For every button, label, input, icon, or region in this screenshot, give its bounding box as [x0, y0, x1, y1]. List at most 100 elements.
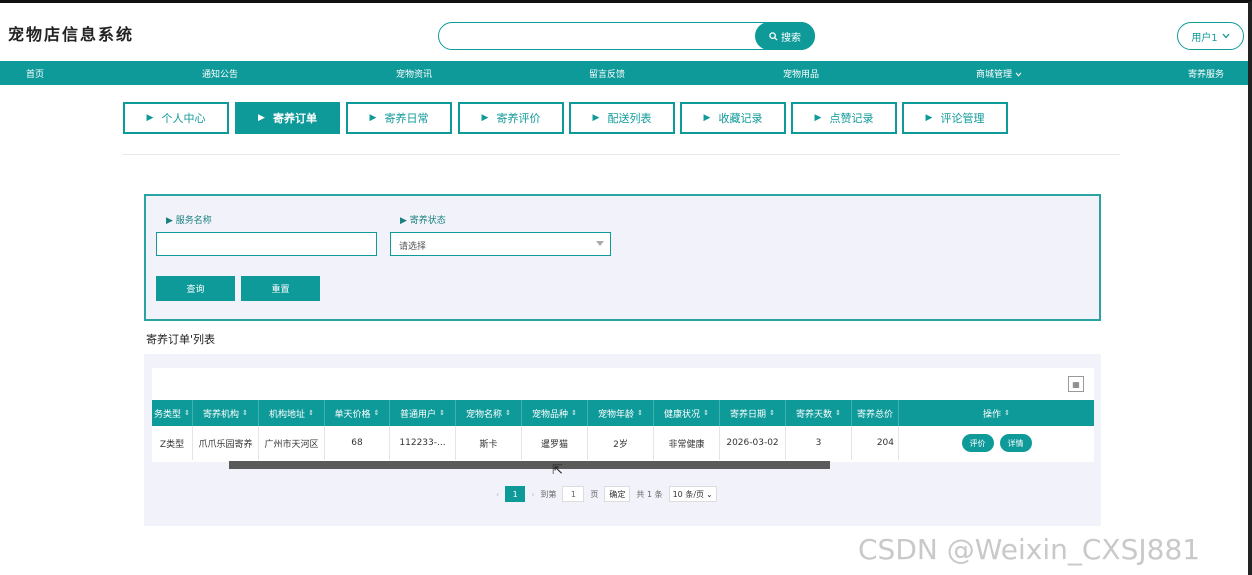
sort-icon: ⇕: [703, 409, 709, 417]
triangle-right-icon: ▶: [146, 113, 154, 123]
column-header[interactable]: 寄养日期 ⇕: [720, 400, 786, 426]
header: 宠物店信息系统 搜索 用户1: [0, 3, 1248, 61]
detail-button[interactable]: 详情: [999, 434, 1032, 452]
data-table: ▦ 务类型 ⇕ 寄养机构 ⇕ 机构地址 ⇕ 单天价格 ⇕ 普通用户 ⇕ 宠物名称 ⇕ 宠物品…: [152, 368, 1094, 462]
column-header-label: 寄养总价: [856, 409, 893, 420]
caret-down-icon: [596, 241, 604, 246]
tab-comments[interactable]: ▶ 评论管理: [902, 102, 1008, 134]
table-cell: 68: [325, 426, 390, 460]
app-window: 宠物店信息系统 搜索 用户1 首页 通知公告 宠物资讯 留言反馈 宠物用品 商城…: [0, 0, 1252, 575]
tab-boarding-orders[interactable]: ▶ 寄养订单: [235, 102, 340, 134]
column-header[interactable]: 普通用户 ⇕: [390, 400, 456, 426]
watermark: CSDN @Weixin_CXSJ881: [858, 533, 1201, 566]
status-label: ▶ 寄养状态: [400, 216, 446, 226]
sort-icon: ⇕: [835, 409, 841, 417]
column-settings-icon[interactable]: ▦: [1068, 376, 1084, 392]
tab-personal-center[interactable]: ▶ 个人中心: [123, 102, 229, 134]
nav-item-feedback[interactable]: 留言反馈: [589, 67, 625, 80]
sort-icon: ⇕: [505, 409, 511, 417]
tab-delivery-list[interactable]: ▶ 配送列表: [569, 102, 675, 134]
sort-icon: ⇕: [769, 409, 775, 417]
next-page-icon[interactable]: ›: [531, 490, 534, 499]
column-header-actions[interactable]: 操作 ⇕: [899, 400, 1094, 426]
triangle-right-icon: ▶: [592, 113, 600, 123]
column-header[interactable]: 宠物年龄 ⇕: [588, 400, 654, 426]
tab-boarding-review[interactable]: ▶ 寄养评价: [458, 102, 564, 134]
review-button[interactable]: 评价: [961, 434, 994, 452]
column-header[interactable]: 宠物品种 ⇕: [522, 400, 588, 426]
column-header[interactable]: 寄养机构 ⇕: [193, 400, 259, 426]
sort-icon: ⇕: [1004, 409, 1010, 417]
table-cell: Z类型: [152, 426, 193, 460]
nav-item-pet-supplies[interactable]: 宠物用品: [783, 67, 819, 80]
status-select[interactable]: 请选择: [390, 232, 611, 256]
column-header-label: 操作: [983, 409, 1002, 420]
column-header[interactable]: 宠物名称 ⇕: [456, 400, 522, 426]
search-bar: 搜索: [438, 22, 815, 50]
goto-confirm-button[interactable]: 确定: [604, 486, 631, 502]
triangle-right-icon: ▶: [258, 113, 265, 123]
nav-item-pet-news[interactable]: 宠物资讯: [396, 67, 432, 80]
service-name-input[interactable]: [156, 232, 377, 256]
table-cell: 112233-...: [390, 426, 456, 460]
chevron-down-icon: ⌄: [706, 489, 713, 499]
table-cell: 3: [786, 426, 852, 460]
column-header-label: 寄养日期: [730, 409, 767, 420]
search-panel: ▶ 服务名称 ▶ 寄养状态 请选择 查询 重置: [144, 194, 1101, 321]
column-header-label: 健康状况: [664, 409, 701, 420]
page-size-select[interactable]: 10 条/页 ⌄: [668, 486, 717, 502]
column-header[interactable]: 健康状况 ⇕: [654, 400, 720, 426]
table-area: ▦ 务类型 ⇕ 寄养机构 ⇕ 机构地址 ⇕ 单天价格 ⇕ 普通用户 ⇕ 宠物名称 ⇕ 宠物品…: [144, 354, 1101, 526]
column-header[interactable]: 机构地址 ⇕: [259, 400, 325, 426]
column-header[interactable]: 寄养总价: [852, 400, 899, 426]
triangle-right-icon: ▶: [369, 113, 377, 123]
page-unit-label: 页: [590, 489, 599, 499]
status-select-value: 请选择: [399, 242, 427, 252]
tab-label: 评论管理: [940, 112, 985, 125]
table-cell: 斯卡: [456, 426, 522, 460]
triangle-right-icon: ▶: [703, 113, 711, 123]
column-header-label: 单天价格: [334, 409, 371, 420]
tab-boarding-daily[interactable]: ▶ 寄养日常: [346, 102, 452, 134]
search-button[interactable]: 搜索: [755, 22, 815, 50]
page-size-value: 10 条/页: [672, 489, 705, 499]
nav-item-mall-label: 商城管理: [976, 70, 1013, 80]
nav-item-boarding-service[interactable]: 寄养服务: [1188, 67, 1224, 80]
table-cell: 广州市天河区: [259, 426, 325, 460]
column-header-label: 宠物品种: [532, 409, 569, 420]
sort-icon: ⇕: [571, 409, 577, 417]
list-title: 寄养订单'列表: [146, 333, 216, 346]
chevron-down-icon: [1015, 72, 1022, 77]
sort-icon: ⇕: [308, 409, 314, 417]
goto-page-input[interactable]: 1: [562, 486, 585, 502]
tab-label: 点赞记录: [829, 112, 874, 125]
tab-likes[interactable]: ▶ 点赞记录: [791, 102, 897, 134]
column-header[interactable]: 单天价格 ⇕: [325, 400, 390, 426]
app-title: 宠物店信息系统: [8, 25, 135, 44]
triangle-right-icon: ▶: [481, 113, 489, 123]
page-number-current[interactable]: 1: [505, 486, 526, 502]
triangle-right-icon: ▶: [814, 113, 822, 123]
column-header[interactable]: 寄养天数 ⇕: [786, 400, 852, 426]
column-header-label: 机构地址: [269, 409, 306, 420]
table-cell: 2026-03-02: [720, 426, 786, 460]
user-menu-button[interactable]: 用户1: [1177, 22, 1244, 50]
nav-item-mall-management[interactable]: 商城管理: [976, 67, 1022, 80]
reset-button[interactable]: 重置: [241, 276, 320, 301]
tab-favorites[interactable]: ▶ 收藏记录: [680, 102, 786, 134]
table-cell: 爪爪乐园寄养: [193, 426, 259, 460]
tab-label: 寄养订单: [272, 112, 317, 125]
column-header-label: 务类型: [154, 409, 182, 420]
query-button[interactable]: 查询: [156, 276, 235, 301]
column-header[interactable]: 务类型 ⇕: [152, 400, 193, 426]
main-nav: 首页 通知公告 宠物资讯 留言反馈 宠物用品 商城管理 寄养服务: [0, 61, 1248, 85]
table-header: 务类型 ⇕ 寄养机构 ⇕ 机构地址 ⇕ 单天价格 ⇕ 普通用户 ⇕ 宠物名称 ⇕ 宠物品种 ⇕…: [152, 400, 1094, 426]
horizontal-scrollbar[interactable]: [229, 461, 830, 469]
chevron-down-icon: [1222, 33, 1230, 39]
nav-item-notice[interactable]: 通知公告: [202, 67, 238, 80]
sort-icon: ⇕: [242, 409, 248, 417]
search-input[interactable]: [449, 26, 749, 46]
table-cell-actions: 评价 详情: [899, 426, 1094, 460]
nav-item-home[interactable]: 首页: [26, 67, 44, 80]
prev-page-icon[interactable]: ‹: [496, 490, 499, 499]
